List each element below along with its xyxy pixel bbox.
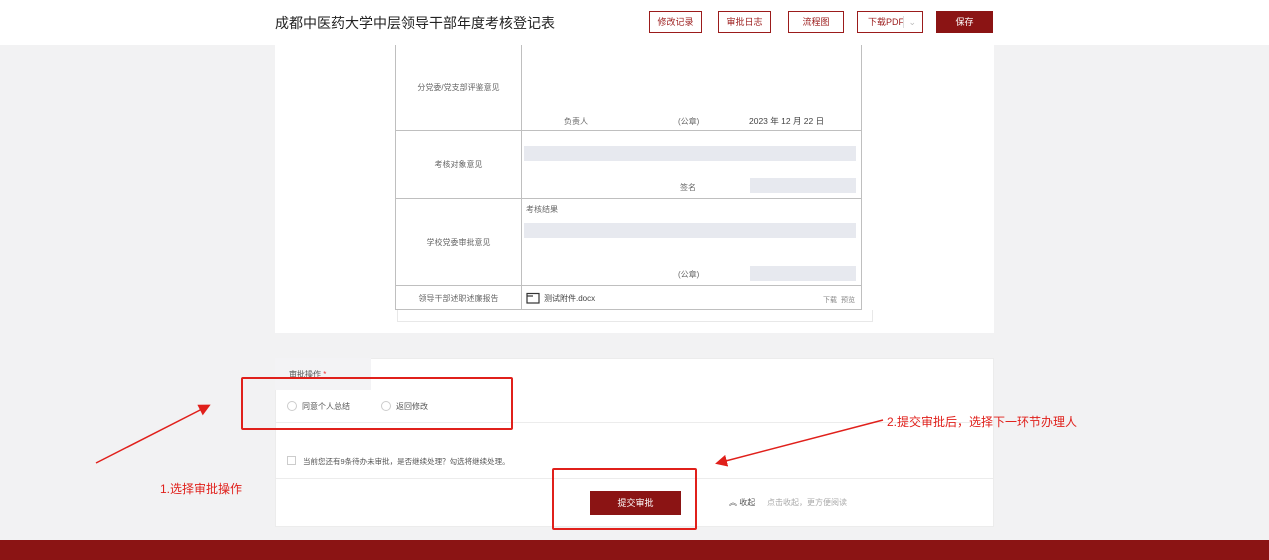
arrow-step1 bbox=[95, 404, 211, 464]
arrow-step2 bbox=[715, 419, 884, 467]
annotation-step1: 1.选择审批操作 bbox=[160, 482, 243, 496]
footer-bar bbox=[0, 540, 1269, 560]
annotation-step2: 2.提交审批后，选择下一环节办理人 bbox=[887, 415, 1078, 429]
annotation-arrows bbox=[95, 404, 884, 467]
